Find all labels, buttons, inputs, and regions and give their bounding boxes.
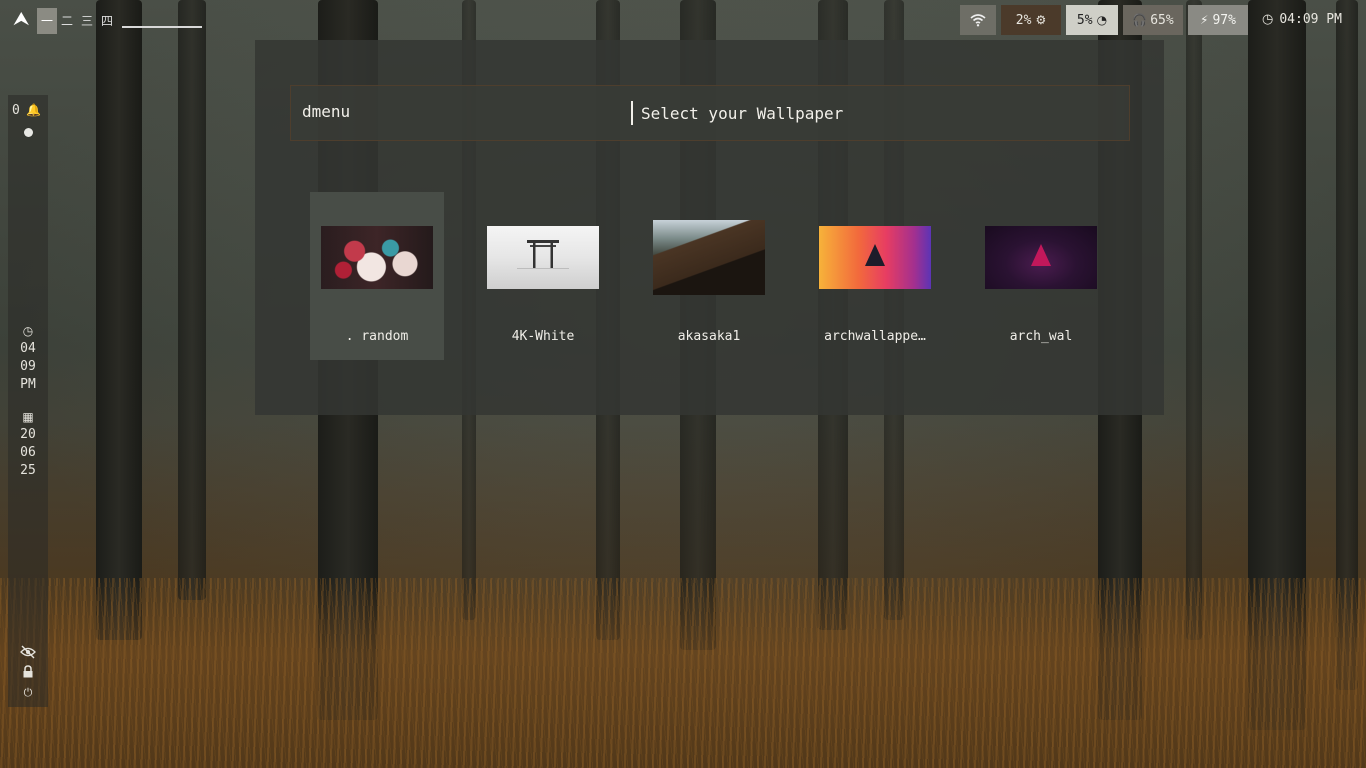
cpu-icon: ⚙: [1035, 13, 1047, 27]
cpu-module[interactable]: 2% ⚙: [1001, 5, 1061, 35]
power-icon[interactable]: ⏻: [8, 686, 48, 700]
tree-trunk: [178, 0, 206, 600]
sidebar-hour: 04: [20, 341, 36, 356]
window-title-indicator: [122, 26, 202, 28]
list-item[interactable]: . random: [310, 192, 444, 360]
workspace-3[interactable]: 三: [77, 8, 97, 34]
item-label: akasaka1: [677, 329, 741, 344]
memory-module[interactable]: 5% ◔: [1066, 5, 1118, 35]
dry-grass: [0, 578, 1366, 768]
clock-icon: ◷: [22, 324, 34, 338]
volume-value: 65%: [1150, 13, 1174, 28]
sidebar-month: 06: [20, 445, 36, 460]
bell-icon[interactable]: 🔔: [26, 103, 41, 117]
wallpaper-thumbnail: [653, 220, 765, 295]
item-label: . random: [345, 329, 409, 344]
lock-icon[interactable]: [8, 665, 48, 681]
battery-module[interactable]: ⚡ 97%: [1188, 5, 1248, 35]
volume-module[interactable]: 🎧 65%: [1123, 5, 1183, 35]
text-caret: [631, 101, 633, 125]
arch-logo-icon: [865, 244, 885, 266]
list-item[interactable]: 4K-White: [476, 192, 610, 360]
sidebar-day: 25: [20, 463, 36, 478]
battery-value: 97%: [1212, 13, 1236, 28]
wallpaper-thumbnail: [819, 226, 931, 289]
calendar-icon: ▦: [22, 410, 34, 424]
status-dot: [24, 128, 33, 137]
side-bar: [8, 95, 48, 707]
plug-icon: ⚡: [1200, 13, 1209, 27]
wallpaper-thumbnail: [985, 226, 1097, 289]
prompt-label: dmenu: [302, 102, 351, 121]
item-label: archwallappe…: [824, 329, 926, 344]
eye-slash-icon[interactable]: [8, 645, 48, 662]
top-bar: ⮝ 一 二 三 四 2% ⚙ 5% ◔ 🎧 65% ⚡ 97% ◷ 04:09 PM: [0, 0, 1366, 40]
arch-logo-icon: [1031, 244, 1051, 266]
list-item[interactable]: arch_wal: [974, 192, 1108, 360]
arch-logo-icon[interactable]: ⮝: [14, 10, 30, 28]
item-label: 4K-White: [511, 329, 575, 344]
memory-icon: ◔: [1096, 13, 1108, 27]
headphones-icon: 🎧: [1132, 13, 1148, 27]
list-item[interactable]: archwallappe…: [808, 192, 942, 360]
sidebar-minute: 09: [20, 359, 36, 374]
sidebar-year: 20: [20, 427, 36, 442]
clock-icon: ◷: [1262, 12, 1274, 27]
workspace-4[interactable]: 四: [97, 8, 117, 34]
tree-trunk: [96, 0, 142, 640]
workspace-1[interactable]: 一: [37, 8, 57, 34]
wifi-icon: [970, 13, 986, 26]
wifi-module[interactable]: [960, 5, 996, 35]
clock-module[interactable]: ◷ 04:09 PM: [1262, 5, 1342, 35]
tree-trunk: [1186, 0, 1202, 640]
wallpaper-thumbnail: [321, 226, 433, 289]
memory-value: 5%: [1076, 13, 1093, 28]
item-label: arch_wal: [1009, 329, 1073, 344]
clock-time: 04:09 PM: [1279, 12, 1342, 27]
notification-count[interactable]: 0: [8, 102, 26, 120]
list-item[interactable]: akasaka1: [642, 192, 776, 360]
torii-gate-icon: [517, 240, 569, 269]
workspace-2[interactable]: 二: [57, 8, 77, 34]
search-input[interactable]: Select your Wallpaper: [641, 104, 843, 123]
cpu-value: 2%: [1015, 13, 1032, 28]
wallpaper-thumbnail: [487, 226, 599, 289]
sidebar-ampm: PM: [20, 377, 36, 392]
